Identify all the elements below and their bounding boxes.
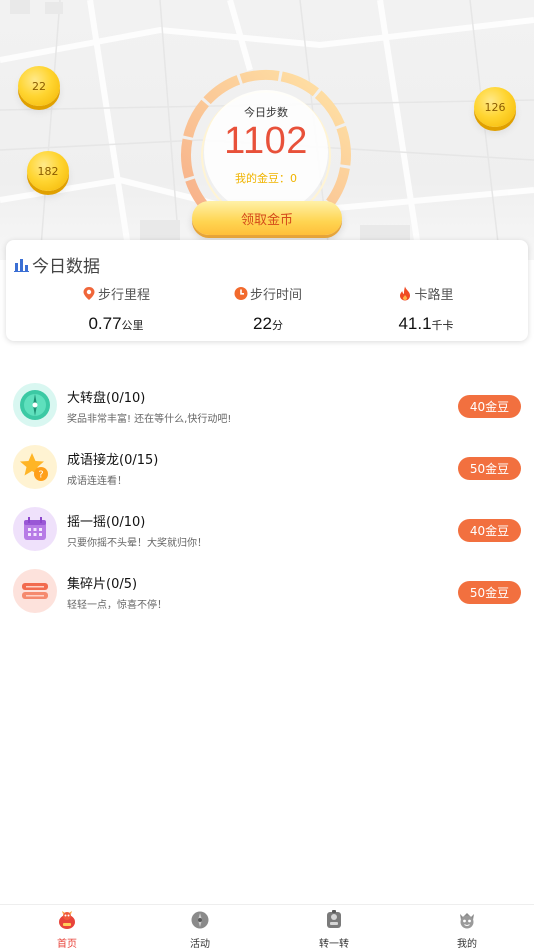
coin-amount: 182 <box>37 164 59 178</box>
my-coins-text: 我的金豆：0 <box>235 172 297 185</box>
clock-icon <box>234 287 248 300</box>
stat-label: 卡路里 <box>414 288 454 303</box>
wheel-icon <box>13 383 57 427</box>
today-data-header: 今日数据 <box>14 252 100 277</box>
tab-label: 首页 <box>57 939 77 950</box>
steps-title: 今日步数 <box>244 106 288 119</box>
tab-label: 我的 <box>457 939 477 950</box>
tab-label: 转一转 <box>319 939 349 950</box>
stat-label: 步行时间 <box>249 288 302 303</box>
stat-unit: 分 <box>271 319 283 332</box>
bottom-tab-bar: 首页 活动 转一转 我的 <box>0 904 534 950</box>
tab-spin[interactable]: 转一转 <box>284 905 384 950</box>
stat-label: 步行里程 <box>97 288 150 303</box>
stat-distance: 步行里程 0.77公里 <box>46 284 186 334</box>
spin-icon <box>327 910 341 928</box>
task-description: 成语连连看！ <box>67 476 127 487</box>
floating-coin[interactable]: 182 <box>27 151 69 191</box>
task-reward-button[interactable]: 40金豆 <box>458 519 521 542</box>
task-title: 集碎片(0/5) <box>67 577 138 592</box>
svg-text:?: ? <box>38 470 43 481</box>
stat-calories: 卡路里 41.1千卡 <box>356 284 496 334</box>
coin-amount: 22 <box>32 79 46 93</box>
task-title: 成语接龙(0/15) <box>67 453 159 468</box>
coin-amount: 126 <box>484 100 506 114</box>
task-item-fragments[interactable]: 集碎片(0/5) 轻轻一点，惊喜不停！ 50金豆 <box>0 561 534 623</box>
stat-value: 22 <box>253 314 272 333</box>
stat-value: 41.1 <box>398 314 432 333</box>
floating-coin[interactable]: 22 <box>18 66 60 106</box>
task-item-idiom[interactable]: ? 成语接龙(0/15) 成语连连看！ 50金豆 <box>0 437 534 499</box>
task-description: 只要你摇不头晕！大奖就归你！ <box>67 538 207 549</box>
task-reward-button[interactable]: 40金豆 <box>458 395 521 418</box>
stat-value: 0.77 <box>88 314 122 333</box>
star-question-icon: ? <box>13 445 57 489</box>
stat-unit: 公里 <box>121 319 144 332</box>
profile-icon <box>460 913 474 929</box>
calendar-icon <box>13 507 57 551</box>
ticket-icon <box>13 569 57 613</box>
tab-home[interactable]: 首页 <box>17 905 117 950</box>
task-item-wheel[interactable]: 大转盘(0/10) 奖品非常丰富! 还在等什么,快行动吧! 40金豆 <box>0 375 534 437</box>
activity-icon <box>191 911 209 929</box>
task-item-shake[interactable]: 摇一摇(0/10) 只要你摇不头晕！大奖就归你！ 40金豆 <box>0 499 534 561</box>
claim-coins-button[interactable]: 领取金币 <box>192 201 342 235</box>
task-description: 奖品非常丰富! 还在等什么,快行动吧! <box>67 414 232 425</box>
stat-time: 步行时间 22分 <box>198 284 338 334</box>
flame-icon <box>400 286 411 301</box>
task-description: 轻轻一点，惊喜不停！ <box>67 600 167 611</box>
floating-coin[interactable]: 126 <box>474 87 516 127</box>
task-reward-button[interactable]: 50金豆 <box>458 457 521 480</box>
task-title: 摇一摇(0/10) <box>67 515 146 530</box>
location-pin-icon <box>83 287 95 300</box>
tab-activity[interactable]: 活动 <box>150 905 250 950</box>
home-bird-icon <box>59 911 75 929</box>
task-title: 大转盘(0/10) <box>67 391 146 406</box>
stat-unit: 千卡 <box>431 319 454 332</box>
tab-label: 活动 <box>190 939 210 950</box>
tab-profile[interactable]: 我的 <box>417 905 517 950</box>
task-reward-button[interactable]: 50金豆 <box>458 581 521 604</box>
today-data-title: 今日数据 <box>32 257 100 277</box>
bar-chart-icon <box>14 258 29 272</box>
steps-value: 1102 <box>224 120 308 162</box>
today-data-card: 今日数据 步行里程 0.77公里 步行时间 22分 卡路里 41.1千卡 <box>6 240 528 341</box>
hero-section: 22 126 182 今日步数 1102 我的金豆：0 领取金币 <box>0 0 534 260</box>
